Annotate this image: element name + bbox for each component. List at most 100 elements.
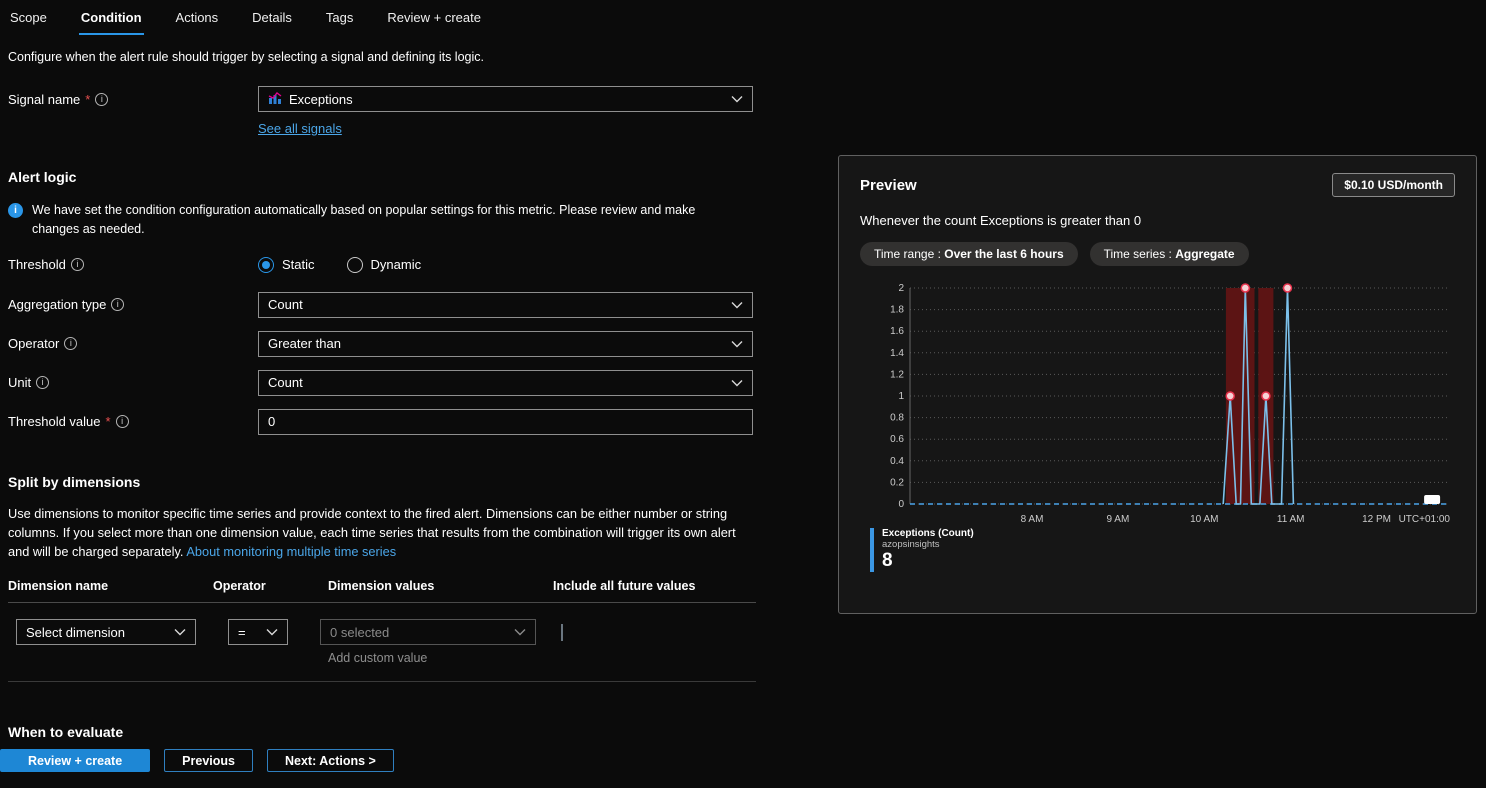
info-filled-icon: i: [8, 203, 23, 218]
wizard-tabs: Scope Condition Actions Details Tags Rev…: [0, 0, 1486, 35]
info-icon[interactable]: i: [64, 337, 77, 350]
svg-text:1.4: 1.4: [890, 348, 904, 359]
add-custom-value: Add custom value: [328, 651, 756, 665]
dimension-values-dropdown[interactable]: 0 selected: [320, 619, 536, 645]
tab-condition[interactable]: Condition: [79, 6, 144, 35]
svg-text:0.6: 0.6: [890, 434, 904, 445]
select-dimension-dropdown[interactable]: Select dimension: [16, 619, 196, 645]
threshold-static-radio[interactable]: Static: [258, 257, 315, 273]
svg-text:1.2: 1.2: [890, 369, 904, 380]
time-range-value: Over the last 6 hours: [944, 247, 1063, 261]
radio-selected-icon: [258, 257, 274, 273]
info-icon[interactable]: i: [95, 93, 108, 106]
info-icon[interactable]: i: [36, 376, 49, 389]
tab-review-create[interactable]: Review + create: [385, 6, 483, 35]
aggregation-type-row: Aggregation type i Count: [8, 292, 756, 318]
tab-details[interactable]: Details: [250, 6, 294, 35]
aggregation-type-dropdown[interactable]: Count: [258, 292, 753, 318]
legend-total-count: 8: [882, 550, 974, 572]
dimension-row: Select dimension = 0 selected: [8, 603, 756, 645]
dimension-operator-dropdown[interactable]: =: [228, 619, 288, 645]
threshold-value-row: Threshold value * i 0: [8, 409, 756, 435]
metric-signal-icon: [268, 91, 282, 108]
review-create-button[interactable]: Review + create: [0, 749, 150, 772]
threshold-value-input[interactable]: 0: [258, 409, 753, 435]
svg-text:12 PM: 12 PM: [1362, 514, 1391, 525]
dimensions-table-header: Dimension name Operator Dimension values…: [8, 579, 756, 603]
required-asterisk: *: [106, 414, 111, 429]
unit-label: Unit: [8, 375, 31, 390]
svg-text:0: 0: [898, 499, 904, 510]
alert-logic-form: Threshold i Static Dynamic Aggregation t…: [8, 257, 756, 435]
condition-form: Signal name * i Exceptions: [8, 86, 756, 136]
next-actions-button[interactable]: Next: Actions >: [267, 749, 394, 772]
time-series-chip: Time series : Aggregate: [1090, 242, 1249, 266]
threshold-dynamic-radio[interactable]: Dynamic: [347, 257, 422, 273]
unit-dropdown[interactable]: Count: [258, 370, 753, 396]
threshold-row: Threshold i Static Dynamic: [8, 257, 756, 273]
col-dimension-values: Dimension values: [328, 579, 553, 593]
required-asterisk: *: [85, 92, 90, 107]
tab-actions[interactable]: Actions: [174, 6, 221, 35]
operator-label: Operator: [8, 336, 59, 351]
unit-row: Unit i Count: [8, 370, 756, 396]
intro-text: Configure when the alert rule should tri…: [8, 50, 1486, 64]
chart-legend: Exceptions (Count) azopsinsights 8: [870, 528, 1455, 572]
info-message-text: We have set the condition configuration …: [32, 201, 743, 239]
svg-text:8 AM: 8 AM: [1021, 514, 1044, 525]
cost-badge: $0.10 USD/month: [1332, 173, 1455, 197]
svg-text:10 AM: 10 AM: [1190, 514, 1218, 525]
svg-text:0.8: 0.8: [890, 413, 904, 424]
preview-chips: Time range : Over the last 6 hours Time …: [860, 242, 1455, 266]
threshold-value-label: Threshold value: [8, 414, 101, 429]
include-future-values-checkbox[interactable]: [561, 624, 563, 641]
time-range-label: Time range :: [874, 247, 944, 261]
see-all-signals-link[interactable]: See all signals: [258, 121, 342, 136]
previous-button[interactable]: Previous: [164, 749, 253, 772]
preview-heading: Preview: [860, 177, 917, 194]
when-to-evaluate-heading: When to evaluate: [8, 724, 1486, 740]
chevron-down-icon: [266, 628, 278, 636]
operator-row: Operator i Greater than: [8, 331, 756, 357]
preview-panel: Preview $0.10 USD/month Whenever the cou…: [838, 155, 1477, 614]
tab-tags[interactable]: Tags: [324, 6, 355, 35]
info-icon[interactable]: i: [116, 415, 129, 428]
info-icon[interactable]: i: [71, 258, 84, 271]
threshold-dynamic-label: Dynamic: [371, 257, 422, 272]
monitoring-multiple-series-link[interactable]: About monitoring multiple time series: [186, 544, 396, 559]
svg-text:1.8: 1.8: [890, 305, 904, 316]
svg-text:1.6: 1.6: [890, 326, 904, 337]
svg-text:UTC+01:00: UTC+01:00: [1399, 514, 1451, 525]
operator-dropdown[interactable]: Greater than: [258, 331, 753, 357]
signal-name-dropdown[interactable]: Exceptions: [258, 86, 753, 112]
info-icon[interactable]: i: [111, 298, 124, 311]
signal-name-value: Exceptions: [289, 92, 353, 107]
svg-text:1: 1: [898, 391, 904, 402]
signal-name-label: Signal name: [8, 92, 80, 107]
chevron-down-icon: [731, 379, 743, 387]
operator-value: Greater than: [268, 336, 341, 351]
svg-text:0.2: 0.2: [890, 477, 904, 488]
legend-resource-name: azopsinsights: [882, 539, 974, 550]
threshold-label: Threshold: [8, 257, 66, 272]
svg-text:0.4: 0.4: [890, 456, 904, 467]
signal-name-row: Signal name * i Exceptions: [8, 86, 756, 112]
svg-text:9 AM: 9 AM: [1107, 514, 1130, 525]
tab-scope[interactable]: Scope: [8, 6, 49, 35]
col-include-future-values: Include all future values: [553, 579, 756, 593]
unit-value: Count: [268, 375, 303, 390]
legend-series-name: Exceptions (Count): [882, 528, 974, 539]
select-dimension-placeholder: Select dimension: [26, 625, 125, 640]
aggregation-type-value: Count: [268, 297, 303, 312]
chevron-down-icon: [174, 628, 186, 636]
radio-unselected-icon: [347, 257, 363, 273]
condition-summary: Whenever the count Exceptions is greater…: [860, 213, 1455, 228]
chevron-down-icon: [514, 628, 526, 636]
chevron-down-icon: [731, 95, 743, 103]
wizard-footer: Review + create Previous Next: Actions >: [0, 749, 394, 772]
split-dimensions-description: Use dimensions to monitor specific time …: [8, 504, 756, 562]
chevron-down-icon: [731, 340, 743, 348]
aggregation-type-label: Aggregation type: [8, 297, 106, 312]
time-series-value: Aggregate: [1175, 247, 1234, 261]
preview-chart: 21.81.61.41.210.80.60.40.208 AM9 AM10 AM…: [860, 276, 1456, 528]
